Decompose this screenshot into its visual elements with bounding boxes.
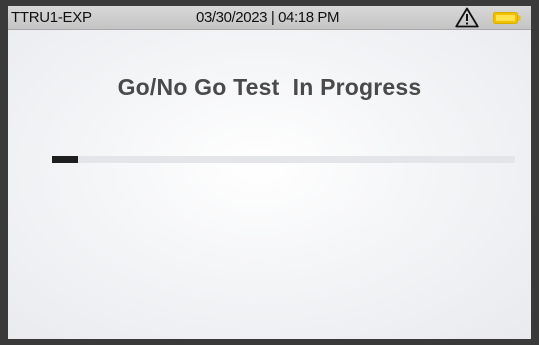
status-bar: TTRU1-EXP 03/30/2023 | 04:18 PM <box>8 6 531 30</box>
device-frame: TTRU1-EXP 03/30/2023 | 04:18 PM Go/No Go… <box>0 0 539 345</box>
progress-fill <box>52 156 78 163</box>
warning-icon[interactable] <box>455 7 479 28</box>
device-name: TTRU1-EXP <box>11 9 92 26</box>
progress-bar <box>52 156 515 163</box>
page-title: Go/No Go Test In Progress <box>117 74 422 100</box>
battery-icon <box>493 12 521 24</box>
date-time: 03/30/2023 | 04:18 PM <box>196 9 340 26</box>
display-screen: TTRU1-EXP 03/30/2023 | 04:18 PM Go/No Go… <box>8 6 531 339</box>
